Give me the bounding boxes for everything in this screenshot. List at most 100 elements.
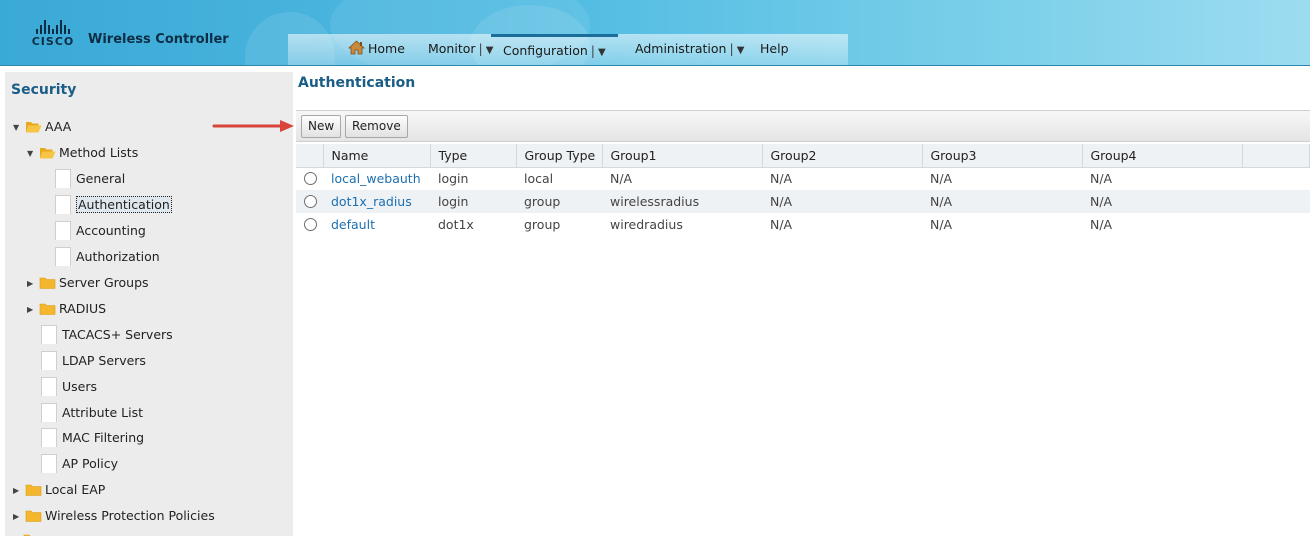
nav-configuration-label: Configuration — [503, 43, 588, 58]
expanded-triangle-icon[interactable]: ▼ — [27, 144, 35, 164]
sidebar: Security ▼ AAA ▼ Method Lists General Au… — [5, 72, 293, 536]
document-icon — [41, 325, 57, 344]
document-icon — [55, 221, 71, 240]
table-cell: N/A — [1090, 217, 1113, 232]
toolbar: New Remove — [296, 110, 1310, 142]
nav-administration[interactable]: Administration | ▼ — [635, 34, 745, 65]
remove-button[interactable]: Remove — [345, 115, 408, 138]
sidebar-item-label: MAC Filtering — [62, 430, 145, 445]
collapsed-triangle-icon[interactable]: ▶ — [13, 481, 21, 501]
sidebar-item-accounting[interactable]: Accounting — [55, 221, 146, 241]
document-icon — [41, 377, 57, 396]
table-cell: group — [524, 217, 561, 232]
method-list-table: Name Type Group Type Group1 Group2 Group… — [296, 144, 1310, 236]
cisco-logo: CISCO — [28, 20, 78, 50]
expanded-triangle-icon[interactable]: ▼ — [13, 118, 21, 138]
nav-administration-label: Administration — [635, 41, 727, 56]
table-cell: wiredradius — [610, 217, 683, 232]
sidebar-item-general[interactable]: General — [55, 169, 125, 189]
sidebar-item-local-eap[interactable]: ▶ Local EAP — [13, 480, 105, 500]
sidebar-item-ldap-servers[interactable]: LDAP Servers — [41, 351, 146, 371]
app-title: Wireless Controller — [88, 32, 229, 47]
sidebar-item-label: LDAP Servers — [62, 353, 146, 368]
sidebar-item-authorization[interactable]: Authorization — [55, 247, 160, 267]
document-icon — [41, 351, 57, 370]
table-cell: N/A — [922, 190, 1082, 213]
sidebar-item-aaa[interactable]: ▼ AAA — [13, 117, 71, 137]
sidebar-item-mac-filtering[interactable]: MAC Filtering — [41, 428, 144, 448]
table-header-row: Name Type Group Type Group1 Group2 Group… — [296, 144, 1310, 168]
document-icon — [55, 169, 71, 188]
row-select-radio[interactable] — [304, 172, 317, 186]
document-icon — [55, 247, 71, 266]
table-cell: N/A — [770, 217, 793, 232]
nav-monitor-label: Monitor — [428, 41, 476, 56]
table-cell: wirelessradius — [602, 190, 762, 213]
table-row: default dot1x group wiredradius N/A N/A … — [296, 213, 1310, 236]
sidebar-item-label: AAA — [44, 119, 72, 134]
column-header-type[interactable]: Type — [430, 144, 517, 168]
open-folder-icon — [39, 148, 56, 159]
top-header: CISCO Wireless Controller Home Monitor | ▼… — [0, 0, 1310, 66]
table-cell: N/A — [770, 171, 793, 187]
new-button[interactable]: New — [301, 115, 342, 138]
nav-monitor[interactable]: Monitor | ▼ — [428, 34, 493, 65]
sidebar-item-label: Method Lists — [58, 145, 139, 160]
nav-configuration[interactable]: Configuration | ▼ — [491, 34, 618, 65]
empty-column-header — [1242, 144, 1310, 168]
logo-text: CISCO — [31, 35, 75, 48]
table-cell: N/A — [610, 171, 633, 187]
sidebar-item-attribute-list[interactable]: Attribute List — [41, 403, 143, 423]
sidebar-item-wireless-protection-policies[interactable]: ▶ Wireless Protection Policies — [13, 506, 215, 526]
sidebar-item-ap-policy[interactable]: AP Policy — [41, 454, 118, 474]
collapsed-triangle-icon[interactable]: ▶ — [27, 300, 35, 320]
collapsed-triangle-icon[interactable]: ▶ — [27, 274, 35, 294]
sidebar-item-label: Users — [62, 379, 98, 394]
table-cell: N/A — [1090, 171, 1113, 187]
folder-icon — [25, 484, 42, 496]
table-cell: login — [430, 190, 516, 213]
sidebar-item-label: RADIUS — [58, 301, 107, 316]
table-cell: N/A — [1082, 190, 1242, 213]
sidebar-title: Security — [11, 82, 77, 98]
folder-icon — [39, 277, 56, 289]
column-header-group3[interactable]: Group3 — [922, 144, 1083, 168]
table-cell: login — [438, 171, 469, 187]
method-list-name-link[interactable]: dot1x_radius — [331, 194, 412, 209]
main-nav: Home Monitor | ▼ Configuration | ▼ Administr… — [288, 34, 848, 65]
sidebar-item-radius[interactable]: ▶ RADIUS — [27, 299, 106, 319]
table-cell: dot1x — [438, 217, 474, 232]
cisco-logo-bars-icon — [28, 20, 78, 34]
sidebar-item-partial — [23, 530, 43, 536]
column-header-group-type[interactable]: Group Type — [516, 144, 603, 168]
method-list-name-link[interactable]: local_webauth — [331, 171, 421, 186]
method-list-name-link[interactable]: default — [331, 217, 375, 232]
sidebar-item-users[interactable]: Users — [41, 377, 97, 397]
sidebar-item-server-groups[interactable]: ▶ Server Groups — [27, 273, 149, 293]
nav-home[interactable]: Home — [348, 34, 405, 65]
sidebar-item-tacacs-servers[interactable]: TACACS+ Servers — [41, 325, 173, 345]
nav-help-label: Help — [760, 41, 789, 56]
annotation-arrow-icon — [212, 120, 294, 132]
sidebar-item-label: Local EAP — [44, 482, 106, 497]
sidebar-item-authentication[interactable]: Authentication — [55, 195, 172, 215]
folder-icon — [25, 510, 42, 522]
column-header-group2[interactable]: Group2 — [762, 144, 923, 168]
row-select-radio[interactable] — [304, 195, 317, 208]
sidebar-item-method-lists[interactable]: ▼ Method Lists — [27, 143, 138, 163]
row-select-radio[interactable] — [304, 218, 317, 231]
nav-help[interactable]: Help — [760, 34, 789, 65]
table-cell: local — [524, 171, 554, 187]
dropdown-arrow-icon[interactable]: ▼ — [737, 45, 745, 56]
document-icon — [55, 195, 71, 214]
sidebar-item-label: Attribute List — [62, 405, 144, 420]
column-header-name[interactable]: Name — [323, 144, 431, 168]
column-header-group4[interactable]: Group4 — [1082, 144, 1243, 168]
open-folder-icon — [25, 122, 42, 133]
sidebar-item-label: Authentication — [76, 196, 172, 213]
dropdown-arrow-icon[interactable]: ▼ — [598, 47, 606, 58]
collapsed-triangle-icon[interactable]: ▶ — [13, 507, 21, 527]
column-header-group1[interactable]: Group1 — [602, 144, 763, 168]
sidebar-item-label: General — [76, 171, 126, 186]
home-icon — [348, 40, 365, 55]
